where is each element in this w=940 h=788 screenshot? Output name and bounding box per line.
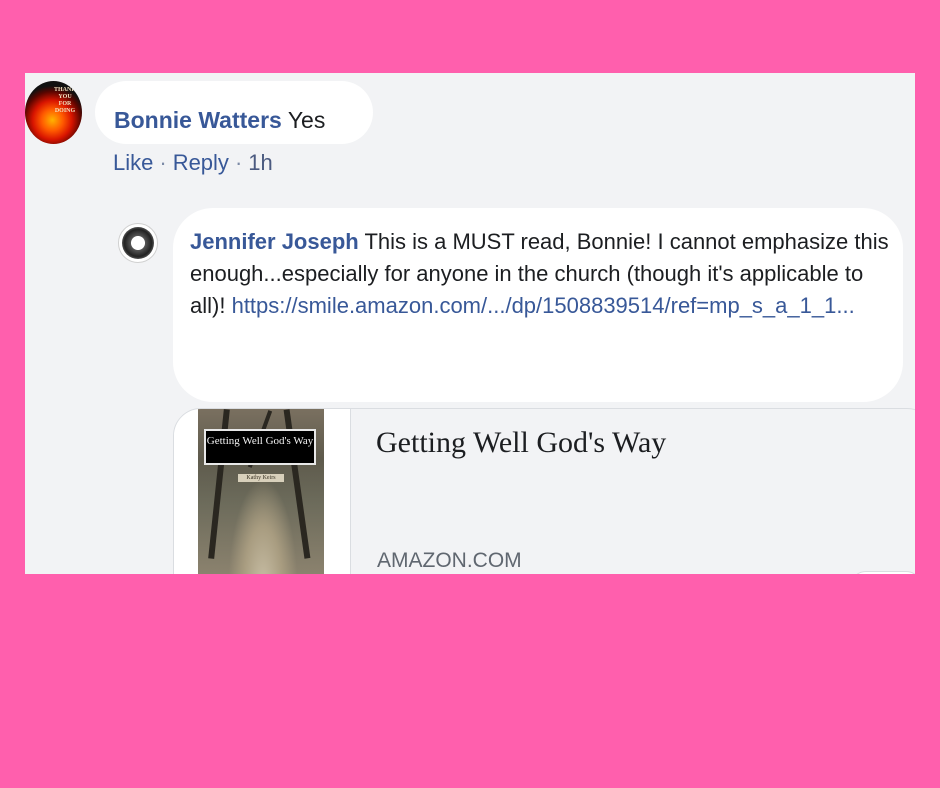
comment-actions: Like · Reply · 1h bbox=[113, 149, 273, 177]
comment-line: Bonnie Watters Yes bbox=[114, 106, 325, 134]
link-preview-card[interactable]: Getting Well God's Way Kathy Keirs Getti… bbox=[173, 408, 915, 574]
reaction-count-button[interactable] bbox=[850, 571, 915, 574]
preview-thumbnail-area[interactable]: Getting Well God's Way Kathy Keirs bbox=[174, 409, 351, 574]
like-link[interactable]: Like bbox=[113, 150, 153, 175]
reply-url-link[interactable]: https://smile.amazon.com/.../dp/15088395… bbox=[232, 293, 855, 318]
preview-title[interactable]: Getting Well God's Way bbox=[376, 423, 666, 463]
reply-link[interactable]: Reply bbox=[173, 150, 229, 175]
book-cover-author: Kathy Keirs bbox=[238, 474, 284, 482]
avatar-text: THANK YOU FOR DOING bbox=[53, 87, 76, 114]
comment-timestamp[interactable]: 1h bbox=[248, 150, 272, 175]
book-cover-image: Getting Well God's Way Kathy Keirs bbox=[198, 409, 324, 574]
reply-content: Jennifer Joseph This is a MUST read, Bon… bbox=[190, 226, 890, 322]
separator-dot: · bbox=[234, 150, 243, 175]
avatar-ring-icon bbox=[122, 227, 154, 259]
book-cover-path bbox=[228, 479, 298, 574]
reply-author-link[interactable]: Jennifer Joseph bbox=[190, 229, 359, 254]
comment-bubble-bonnie: Bonnie Watters Yes bbox=[95, 81, 373, 144]
avatar-bonnie-watters[interactable]: THANK YOU FOR DOING bbox=[25, 81, 82, 144]
comment-author-link[interactable]: Bonnie Watters bbox=[114, 107, 282, 133]
comments-panel: THANK YOU FOR DOING Bonnie Watters Yes L… bbox=[25, 73, 915, 574]
separator-dot: · bbox=[159, 150, 167, 175]
book-cover-title: Getting Well God's Way bbox=[204, 429, 316, 465]
comment-text: Yes bbox=[287, 107, 326, 133]
preview-source: AMAZON.COM bbox=[377, 549, 522, 572]
reply-bubble-jennifer: Jennifer Joseph This is a MUST read, Bon… bbox=[173, 208, 903, 402]
avatar-jennifer-joseph[interactable] bbox=[118, 223, 158, 263]
